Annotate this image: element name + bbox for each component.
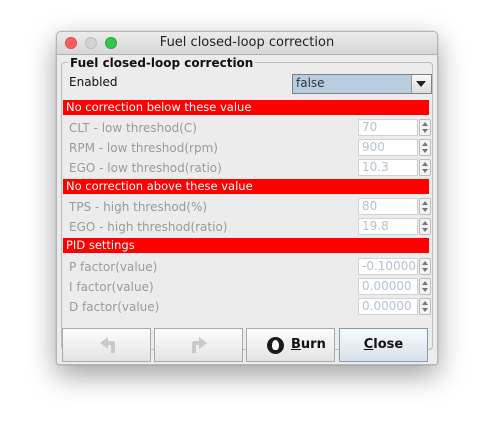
ego-high-label: EGO - high threshod(ratio) (69, 220, 228, 234)
clt-low-input[interactable]: 70 (358, 119, 418, 136)
clt-low-spinner[interactable]: 70 (358, 119, 432, 137)
window-title: Fuel closed-loop correction (159, 35, 335, 50)
rpm-low-stepper[interactable] (419, 139, 431, 156)
enabled-label: Enabled (69, 75, 118, 89)
up-arrow-icon[interactable] (422, 301, 428, 305)
field-row-p-factor: P factor(value) -0.10000 (64, 257, 432, 277)
tps-high-input[interactable]: 80 (358, 198, 418, 215)
undo-arrow-icon (100, 337, 115, 353)
dialog-window: Fuel closed-loop correction Fuel closed-… (56, 31, 438, 365)
down-arrow-icon[interactable] (422, 129, 428, 133)
i-factor-spinner[interactable]: 0.00000 (358, 278, 432, 296)
down-arrow-icon[interactable] (422, 308, 428, 312)
d-factor-stepper[interactable] (419, 298, 431, 315)
d-factor-label: D factor(value) (69, 300, 160, 314)
up-arrow-icon[interactable] (422, 281, 428, 285)
i-factor-stepper[interactable] (419, 278, 431, 295)
up-arrow-icon[interactable] (422, 221, 428, 225)
ego-low-stepper[interactable] (419, 159, 431, 176)
ego-high-stepper[interactable] (419, 218, 431, 235)
close-label: Close (363, 337, 404, 352)
rpm-low-label: RPM - low threshod(rpm) (69, 141, 218, 155)
up-arrow-icon[interactable] (422, 261, 428, 265)
field-row-tps-high: TPS - high threshod(%) 80 (64, 197, 432, 217)
redo-button[interactable] (154, 328, 243, 362)
settings-panel: Fuel closed-loop correction Enabled fals… (61, 56, 433, 350)
chevron-down-icon (416, 81, 426, 87)
ego-high-input[interactable]: 19.8 (358, 218, 418, 235)
up-arrow-icon[interactable] (422, 142, 428, 146)
dropdown-arrow-box[interactable] (411, 75, 431, 93)
d-factor-input[interactable]: 0.00000 (358, 298, 418, 315)
field-row-i-factor: I factor(value) 0.00000 (64, 277, 432, 297)
down-arrow-icon[interactable] (422, 208, 428, 212)
field-row-ego-low: EGO - low threshod(ratio) 10.3 (64, 158, 432, 178)
up-arrow-icon[interactable] (422, 201, 428, 205)
ego-high-spinner[interactable]: 19.8 (358, 218, 432, 236)
ego-low-input[interactable]: 10.3 (358, 159, 418, 176)
enabled-row: Enabled false (64, 74, 432, 94)
flame-icon (267, 337, 284, 354)
down-arrow-icon[interactable] (422, 268, 428, 272)
tps-high-stepper[interactable] (419, 198, 431, 215)
p-factor-label: P factor(value) (69, 260, 158, 274)
i-factor-label: I factor(value) (69, 280, 154, 294)
section-header-below: No correction below these value (63, 100, 429, 115)
tps-high-spinner[interactable]: 80 (358, 198, 432, 216)
clt-low-stepper[interactable] (419, 119, 431, 136)
clt-low-label: CLT - low threshod(C) (69, 121, 197, 135)
up-arrow-icon[interactable] (422, 162, 428, 166)
section-header-above: No correction above these value (63, 179, 429, 194)
ego-low-label: EGO - low threshod(ratio) (69, 161, 222, 175)
section-header-pid: PID settings (63, 238, 429, 253)
title-bar[interactable]: Fuel closed-loop correction (57, 32, 437, 55)
button-bar: Burn Close (57, 326, 437, 364)
enabled-dropdown[interactable]: false (292, 74, 432, 94)
field-row-ego-high: EGO - high threshod(ratio) 19.8 (64, 217, 432, 237)
field-row-d-factor: D factor(value) 0.00000 (64, 297, 432, 317)
enabled-value: false (296, 76, 325, 90)
down-arrow-icon[interactable] (422, 228, 428, 232)
field-row-clt-low: CLT - low threshod(C) 70 (64, 118, 432, 138)
rpm-low-spinner[interactable]: 900 (358, 139, 432, 157)
rpm-low-input[interactable]: 900 (358, 139, 418, 156)
d-factor-spinner[interactable]: 0.00000 (358, 298, 432, 316)
down-arrow-icon[interactable] (422, 149, 428, 153)
p-factor-input[interactable]: -0.10000 (358, 258, 418, 275)
field-row-rpm-low: RPM - low threshod(rpm) 900 (64, 138, 432, 158)
down-arrow-icon[interactable] (422, 288, 428, 292)
p-factor-stepper[interactable] (419, 258, 431, 275)
close-button[interactable]: Close (339, 328, 428, 362)
burn-label: Burn (291, 337, 326, 352)
p-factor-spinner[interactable]: -0.10000 (358, 258, 432, 276)
burn-button[interactable]: Burn (246, 328, 335, 362)
i-factor-input[interactable]: 0.00000 (358, 278, 418, 295)
undo-button[interactable] (62, 328, 151, 362)
panel-title: Fuel closed-loop correction (68, 56, 256, 70)
tps-high-label: TPS - high threshod(%) (69, 200, 208, 214)
ego-low-spinner[interactable]: 10.3 (358, 159, 432, 177)
redo-arrow-icon (192, 337, 207, 353)
up-arrow-icon[interactable] (422, 122, 428, 126)
down-arrow-icon[interactable] (422, 169, 428, 173)
